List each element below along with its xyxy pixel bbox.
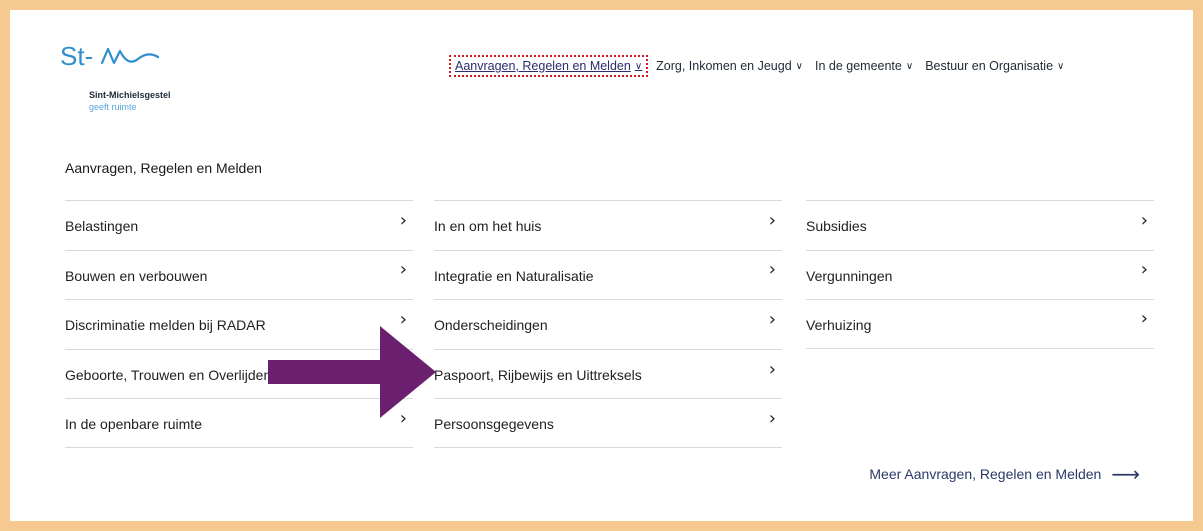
menu-link-bouwen[interactable]: Bouwen en verbouwen › — [65, 249, 413, 300]
menu-link-label: Onderscheidingen — [434, 317, 548, 334]
more-link-label: Meer Aanvragen, Regelen en Melden — [869, 466, 1102, 482]
chevron-right-icon: › — [399, 259, 407, 281]
menu-link-label: Geboorte, Trouwen en Overlijden — [65, 367, 272, 384]
menu-link-integratie[interactable]: Integratie en Naturalisatie › — [434, 249, 782, 300]
arrow-right-icon: ⟶ — [1111, 462, 1140, 486]
menu-column-3: Subsidies › Vergunningen › Verhuizing › — [806, 200, 1154, 349]
menu-link-label: Bouwen en verbouwen — [65, 267, 208, 284]
chevron-right-icon: › — [1140, 259, 1148, 281]
chevron-down-icon: ∨ — [1057, 60, 1065, 72]
logo-tagline: geeft ruimte — [89, 102, 137, 112]
nav-item-aanvragen[interactable]: Aanvragen, Regelen en Melden ∨ — [448, 55, 649, 77]
nav-item-bestuur[interactable]: Bestuur en Organisatie ∨ — [925, 59, 1064, 73]
menu-link-label: Vergunningen — [806, 267, 893, 284]
menu-link-belastingen[interactable]: Belastingen › — [65, 200, 413, 250]
menu-link-subsidies[interactable]: Subsidies › — [806, 200, 1154, 250]
page-frame: St- Sint-Michielsgestel geeft ruimte Aan… — [10, 10, 1193, 521]
menu-link-label: In de openbare ruimte — [65, 416, 202, 433]
chevron-right-icon: › — [768, 407, 776, 429]
logo-wave-icon — [100, 47, 160, 65]
nav-item-zorg[interactable]: Zorg, Inkomen en Jeugd ∨ — [656, 59, 803, 73]
site-logo[interactable]: St- Sint-Michielsgestel geeft ruimte — [60, 41, 220, 112]
menu-link-label: Verhuizing — [806, 316, 872, 333]
menu-link-paspoort[interactable]: Paspoort, Rijbewijs en Uittreksels › — [434, 348, 782, 399]
menu-link-label: Subsidies — [806, 218, 867, 235]
chevron-right-icon: › — [1140, 209, 1148, 231]
menu-link-label: Paspoort, Rijbewijs en Uittreksels — [434, 367, 642, 384]
chevron-down-icon: ∨ — [795, 60, 803, 72]
nav-item-label: Zorg, Inkomen en Jeugd — [656, 59, 792, 73]
menu-link-label: Integratie en Naturalisatie — [434, 267, 594, 284]
menu-link-label: Belastingen — [65, 218, 139, 235]
nav-item-gemeente[interactable]: In de gemeente ∨ — [815, 59, 913, 73]
chevron-down-icon: ∨ — [634, 60, 643, 72]
chevron-down-icon: ∨ — [905, 60, 914, 72]
menu-link-vergunningen[interactable]: Vergunningen › — [806, 249, 1154, 300]
section-title: Aanvragen, Regelen en Melden — [65, 160, 262, 176]
highlight-arrow-icon — [268, 326, 436, 418]
menu-link-label: Persoonsgegevens — [434, 416, 554, 433]
main-navigation: Aanvragen, Regelen en Melden ∨ Zorg, Ink… — [448, 55, 1064, 77]
logo-name: Sint-Michielsgestel — [89, 90, 171, 100]
chevron-right-icon: › — [399, 209, 407, 231]
menu-link-huis[interactable]: In en om het huis › — [434, 200, 782, 250]
menu-link-label: Discriminatie melden bij RADAR — [65, 317, 266, 334]
logo-mark: St- — [60, 41, 94, 71]
menu-column-2: In en om het huis › Integratie en Natura… — [434, 200, 782, 448]
chevron-right-icon: › — [768, 308, 776, 330]
more-aanvragen-link[interactable]: Meer Aanvragen, Regelen en Melden ⟶ — [869, 462, 1140, 486]
nav-item-label: Bestuur en Organisatie — [925, 59, 1054, 73]
nav-item-label: Aanvragen, Regelen en Melden — [455, 59, 631, 73]
menu-link-persoonsgegevens[interactable]: Persoonsgegevens › — [434, 398, 782, 448]
menu-link-label: In en om het huis — [434, 218, 542, 235]
chevron-right-icon: › — [768, 259, 776, 281]
menu-link-verhuizing[interactable]: Verhuizing › — [806, 299, 1154, 349]
menu-link-onderscheidingen[interactable]: Onderscheidingen › — [434, 299, 782, 349]
chevron-right-icon: › — [1140, 308, 1148, 330]
chevron-right-icon: › — [768, 209, 776, 231]
nav-item-label: In de gemeente — [814, 59, 902, 73]
chevron-right-icon: › — [768, 358, 776, 380]
